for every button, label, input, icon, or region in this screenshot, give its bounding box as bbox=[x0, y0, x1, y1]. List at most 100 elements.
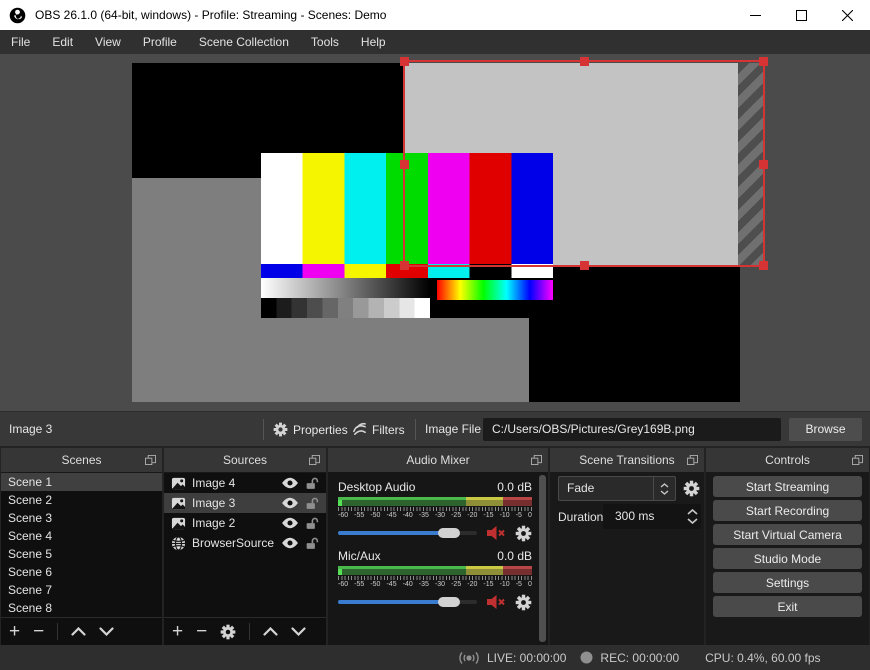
lock-open-icon[interactable] bbox=[305, 516, 319, 531]
volume-slider[interactable] bbox=[338, 597, 477, 607]
menu-help[interactable]: Help bbox=[350, 30, 397, 54]
selection-handle-top-right[interactable] bbox=[759, 57, 768, 66]
image-source-icon bbox=[171, 517, 186, 529]
channel-settings-gear-icon[interactable] bbox=[515, 594, 532, 611]
selection-handle-middle-right[interactable] bbox=[759, 159, 768, 169]
scene-transitions-panel: Scene Transitions Fade Duration 300 ms bbox=[550, 448, 704, 645]
selection-handle-bottom-middle[interactable] bbox=[580, 261, 589, 270]
transition-properties-button[interactable] bbox=[683, 480, 700, 497]
scale-label: -15 bbox=[483, 581, 494, 588]
transition-select[interactable]: Fade bbox=[558, 476, 676, 501]
scale-label: -40 bbox=[402, 512, 413, 519]
scene-canvas[interactable] bbox=[132, 57, 768, 402]
scene-transitions-panel-header[interactable]: Scene Transitions bbox=[550, 448, 704, 472]
exit-button[interactable]: Exit bbox=[713, 596, 862, 617]
scale-label: -25 bbox=[451, 581, 462, 588]
panel-float-icon[interactable] bbox=[531, 455, 542, 465]
source-item-image-4[interactable]: Image 4 bbox=[164, 473, 326, 493]
source-item-image-3[interactable]: Image 3 bbox=[164, 493, 326, 513]
source-item-image-2[interactable]: Image 2 bbox=[164, 513, 326, 533]
filters-button[interactable]: Filters bbox=[352, 419, 405, 440]
menu-profile[interactable]: Profile bbox=[132, 30, 188, 54]
selection-handle-middle-left[interactable] bbox=[400, 159, 409, 169]
studio-mode-button[interactable]: Studio Mode bbox=[713, 548, 862, 569]
toolbar-separator bbox=[415, 419, 416, 440]
minimize-button[interactable] bbox=[732, 0, 778, 30]
panel-float-icon[interactable] bbox=[687, 455, 698, 465]
panel-float-icon[interactable] bbox=[852, 455, 863, 465]
volume-meter bbox=[338, 566, 532, 575]
remove-source-button[interactable]: − bbox=[196, 621, 207, 642]
sources-panel-header[interactable]: Sources bbox=[164, 448, 326, 472]
lock-open-icon[interactable] bbox=[305, 496, 319, 511]
transition-select-arrows[interactable] bbox=[653, 477, 675, 500]
audio-mixer-panel-header[interactable]: Audio Mixer bbox=[328, 448, 548, 472]
remove-scene-button[interactable]: − bbox=[33, 621, 44, 642]
lock-open-icon[interactable] bbox=[305, 476, 319, 491]
browse-button[interactable]: Browse bbox=[789, 418, 862, 441]
scene-item-scene-6[interactable]: Scene 6 bbox=[1, 563, 162, 581]
audio-mixer-body: Desktop Audio 0.0 dB -60 -55 -50 -45 -40 -35-… bbox=[328, 473, 548, 645]
controls-panel-header[interactable]: Controls bbox=[706, 448, 869, 472]
selection-box[interactable] bbox=[400, 57, 768, 270]
scene-item-scene-4[interactable]: Scene 4 bbox=[1, 527, 162, 545]
meter-scale: -60 -55 -50 -45 -40 -35 -30 -25 -20 -15 -10 -5 0 bbox=[338, 512, 532, 519]
menu-view[interactable]: View bbox=[84, 30, 132, 54]
meter-scale: -60 -55 -50 -45 -40 -35 -30 -25 -20 -15 -10 -5 0 bbox=[338, 581, 532, 588]
filters-label: Filters bbox=[372, 422, 405, 437]
selection-handle-top-left[interactable] bbox=[400, 57, 409, 66]
visibility-eye-icon[interactable] bbox=[281, 497, 299, 509]
scene-item-scene-8[interactable]: Scene 8 bbox=[1, 599, 162, 617]
spin-up-button[interactable] bbox=[686, 509, 698, 515]
scene-item-scene-3[interactable]: Scene 3 bbox=[1, 509, 162, 527]
menu-edit[interactable]: Edit bbox=[41, 30, 84, 54]
panel-float-icon[interactable] bbox=[309, 455, 320, 465]
volume-slider-handle[interactable] bbox=[438, 597, 461, 607]
selection-handle-top-middle[interactable] bbox=[580, 57, 589, 66]
scene-item-scene-2[interactable]: Scene 2 bbox=[1, 491, 162, 509]
menu-scene-collection[interactable]: Scene Collection bbox=[188, 30, 300, 54]
controls-panel: Controls Start Streaming Start Recording S… bbox=[706, 448, 869, 645]
channel-settings-gear-icon[interactable] bbox=[515, 525, 532, 542]
visibility-eye-icon[interactable] bbox=[281, 477, 299, 489]
image-file-input[interactable]: C:/Users/OBS/Pictures/Grey169B.png bbox=[483, 418, 781, 441]
move-source-up-button[interactable] bbox=[263, 627, 278, 636]
scene-item-scene-5[interactable]: Scene 5 bbox=[1, 545, 162, 563]
duration-spinbox[interactable]: 300 ms bbox=[603, 504, 701, 529]
start-virtual-camera-button[interactable]: Start Virtual Camera bbox=[713, 524, 862, 545]
image-file-label: Image File bbox=[425, 422, 482, 436]
source-item-browsersource[interactable]: BrowserSource bbox=[164, 533, 326, 553]
menu-tools[interactable]: Tools bbox=[300, 30, 350, 54]
properties-button[interactable]: Properties bbox=[273, 419, 348, 440]
panel-float-icon[interactable] bbox=[145, 455, 156, 465]
mute-icon[interactable] bbox=[486, 594, 506, 610]
mute-icon[interactable] bbox=[486, 525, 506, 541]
move-scene-up-button[interactable] bbox=[71, 627, 86, 636]
volume-slider[interactable] bbox=[338, 528, 477, 538]
volume-slider-handle[interactable] bbox=[438, 528, 461, 538]
maximize-button[interactable] bbox=[778, 0, 824, 30]
spin-down-button[interactable] bbox=[686, 518, 698, 524]
scenes-panel-header[interactable]: Scenes bbox=[1, 448, 162, 472]
close-button[interactable] bbox=[824, 0, 870, 30]
add-source-button[interactable]: + bbox=[172, 621, 183, 642]
preview-area[interactable] bbox=[0, 54, 870, 411]
selection-handle-bottom-right[interactable] bbox=[759, 261, 768, 270]
scene-item-scene-1[interactable]: Scene 1 bbox=[1, 473, 162, 491]
scale-label: -40 bbox=[402, 581, 413, 588]
visibility-eye-icon[interactable] bbox=[281, 537, 299, 549]
add-scene-button[interactable]: + bbox=[9, 621, 20, 642]
source-properties-button[interactable] bbox=[220, 624, 236, 640]
start-recording-button[interactable]: Start Recording bbox=[713, 500, 862, 521]
menu-file[interactable]: File bbox=[0, 30, 41, 54]
menu-bar: File Edit View Profile Scene Collection Tools… bbox=[0, 30, 870, 54]
duration-value: 300 ms bbox=[615, 509, 655, 523]
selection-handle-bottom-left[interactable] bbox=[400, 261, 409, 270]
move-source-down-button[interactable] bbox=[291, 627, 306, 636]
move-scene-down-button[interactable] bbox=[99, 627, 114, 636]
lock-open-icon[interactable] bbox=[305, 536, 319, 551]
scene-item-scene-7[interactable]: Scene 7 bbox=[1, 581, 162, 599]
start-streaming-button[interactable]: Start Streaming bbox=[713, 476, 862, 497]
settings-button[interactable]: Settings bbox=[713, 572, 862, 593]
visibility-eye-icon[interactable] bbox=[281, 517, 299, 529]
